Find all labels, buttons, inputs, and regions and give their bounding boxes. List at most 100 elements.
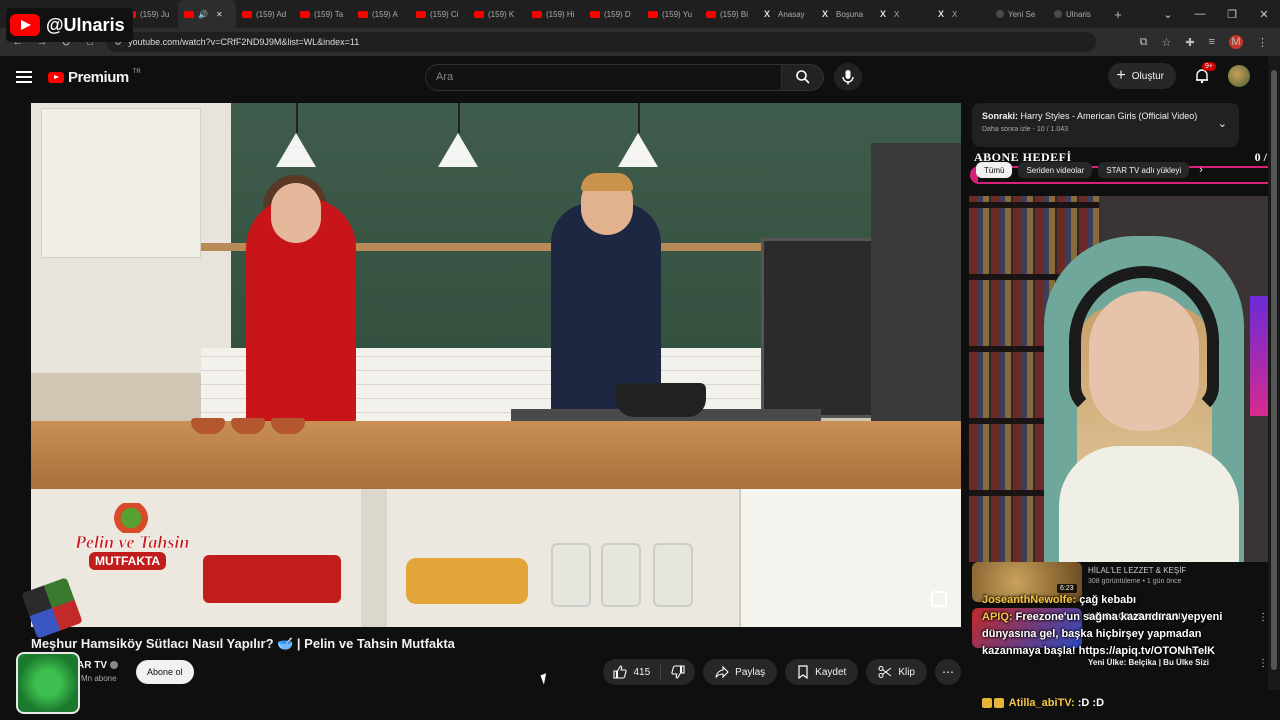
browser-tab[interactable]: (159) Yu (642, 0, 700, 28)
search-button[interactable] (782, 63, 824, 91)
tab-close-icon[interactable]: ✕ (216, 10, 223, 19)
like-button[interactable]: 415 (603, 659, 660, 685)
browser-tab[interactable]: (159) A (352, 0, 410, 28)
channel-row: STAR TV Mn abone Abone ol 415 Paylaş Kay… (31, 656, 961, 688)
candy-jar-sticker (16, 652, 80, 714)
notifications-button[interactable]: 9+ (1192, 62, 1216, 86)
clay-bowl (271, 418, 305, 434)
browser-tab[interactable]: (159) Ci (410, 0, 468, 28)
speaker-icon[interactable]: 🔊 (198, 10, 208, 19)
browser-tab[interactable]: (159) D (584, 0, 642, 28)
save-button[interactable]: Kaydet (785, 659, 859, 685)
subscriber-goal-overlay: ABONE HEDEFİ 0 / 5 (974, 150, 1276, 164)
x-icon: X (822, 9, 829, 19)
browser-tab[interactable]: Yeni Se (990, 0, 1048, 28)
more-actions-icon[interactable]: ⋯ (935, 659, 961, 685)
close-window-icon[interactable]: ✕ (1248, 8, 1280, 21)
playlist-panel[interactable]: Sonraki: Harry Styles - American Girls (… (972, 103, 1239, 147)
video-player[interactable]: Pelin ve Tahsin MUTFAKTA (31, 103, 961, 627)
create-button[interactable]: + Oluştur (1108, 63, 1176, 89)
youtube-play-icon (48, 71, 64, 83)
bookmark-icon (798, 665, 808, 679)
host-head (271, 183, 321, 243)
notification-badge: 9+ (1202, 62, 1216, 71)
browser-actions: ⧉ ☆ ✚ ≡ M ⋮ (1140, 35, 1280, 49)
header-actions: + Oluştur 9+ (1108, 62, 1250, 89)
subscribe-button[interactable]: Abone ol (136, 660, 194, 684)
video-title: Meşhur Hamsiköy Sütlacı Nasıl Yapılır? 🥣… (31, 636, 455, 651)
streamer-webcam (969, 196, 1280, 562)
clay-bowl (231, 418, 265, 434)
youtube-icon (416, 10, 426, 18)
youtube-header: Premium TR Ara + Oluştur 9+ (0, 56, 1280, 98)
streamer-shirt (1059, 446, 1239, 562)
globe-icon (996, 10, 1004, 18)
youtube-premium-logo[interactable]: Premium TR (48, 69, 141, 86)
account-avatar[interactable] (1228, 65, 1250, 87)
browser-tab[interactable]: (159) Ta (294, 0, 352, 28)
browser-tab[interactable]: X Boşuna (816, 0, 874, 28)
profile-avatar[interactable]: M (1229, 35, 1243, 49)
extensions-icon[interactable]: ✚ (1185, 36, 1194, 49)
chevron-down-icon[interactable]: ⌄ (1218, 117, 1227, 130)
badge-icon (994, 698, 1004, 709)
browser-tab[interactable]: (159) Hi (526, 0, 584, 28)
headset (1069, 266, 1219, 416)
browser-tab[interactable]: X Anasay (758, 0, 816, 28)
youtube-icon (706, 10, 716, 18)
x-icon: X (938, 9, 945, 19)
browser-tab[interactable]: Ulnaris (1048, 0, 1106, 28)
browser-tab[interactable]: XX (932, 0, 990, 28)
browser-tab-active[interactable]: 🔊 ✕ (178, 0, 236, 28)
share-icon (715, 665, 729, 679)
new-tab-button[interactable]: + (1106, 7, 1130, 22)
countertop (31, 421, 961, 489)
red-baking-dish (203, 555, 341, 603)
streamer-handle: @Ulnaris (46, 14, 125, 35)
cooking-pot (616, 383, 706, 417)
vegetables-icon (101, 503, 161, 533)
browser-tab[interactable]: XX (874, 0, 932, 28)
share-button[interactable]: Paylaş (703, 659, 778, 685)
video-actions: 415 Paylaş Kaydet Klip ⋯ (603, 659, 961, 685)
restore-icon[interactable]: ❐ (1216, 8, 1248, 21)
bookmark-star-icon[interactable]: ☆ (1161, 36, 1171, 49)
chat-overlay: JoseanthNewolfe: çağ kebabı APIQ: Freezo… (982, 592, 1242, 660)
verified-icon (110, 661, 119, 670)
microphone-icon (842, 70, 854, 85)
pendant-lamp (438, 133, 478, 167)
address-toolbar: ← → ↻ ⌂ ⚙ youtube.com/watch?v=CRfF2ND9J9… (0, 28, 1280, 56)
glass-jar (653, 543, 693, 607)
url-field[interactable]: ⚙ youtube.com/watch?v=CRfF2ND9J9M&list=W… (106, 32, 1096, 52)
cabinet-divider (361, 489, 387, 627)
dislike-button[interactable] (661, 659, 695, 685)
more-options-icon[interactable]: ⋮ (1258, 612, 1268, 623)
scrollbar-thumb[interactable] (1271, 70, 1277, 670)
subscriber-count: Mn abone (81, 674, 117, 683)
youtube-logo-icon (10, 14, 40, 36)
lamp-cord (296, 103, 298, 133)
youtube-icon (532, 10, 542, 18)
voice-search-button[interactable] (834, 63, 862, 91)
youtube-icon (300, 10, 310, 18)
search-icon (795, 70, 810, 84)
minimize-icon[interactable]: — (1184, 8, 1216, 21)
fridge (871, 143, 961, 423)
media-controls-icon[interactable]: ≡ (1209, 36, 1215, 48)
tab-search-icon[interactable]: ⌄ (1152, 8, 1184, 21)
more-options-icon[interactable]: ⋮ (1258, 658, 1268, 669)
menu-icon[interactable] (16, 71, 32, 83)
streamer-handle-overlay: @Ulnaris (6, 8, 133, 42)
browser-tab[interactable]: (159) Ad (236, 0, 294, 28)
youtube-icon (590, 10, 600, 18)
install-app-icon[interactable]: ⧉ (1140, 36, 1148, 49)
browser-tab[interactable]: (159) K (468, 0, 526, 28)
oven (761, 238, 881, 418)
clip-button[interactable]: Klip (866, 659, 927, 685)
browser-menu-icon[interactable]: ⋮ (1257, 36, 1268, 49)
chat-message: APIQ: Freezone'un sağma kazandıran yepye… (982, 611, 1223, 657)
search-input[interactable]: Ara (425, 63, 782, 91)
browser-tab[interactable]: (159) Bi (700, 0, 758, 28)
chat-message: JoseanthNewolfe: çağ kebabı (982, 594, 1137, 606)
page-scrollbar[interactable] (1268, 56, 1280, 690)
